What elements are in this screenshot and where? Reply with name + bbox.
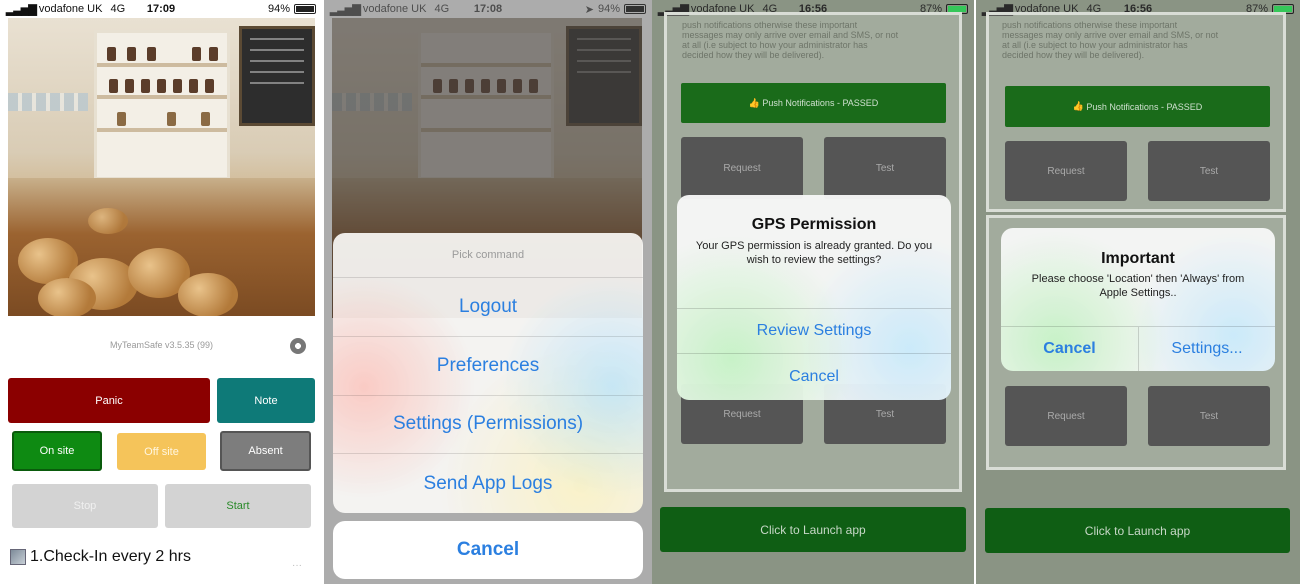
push-info-text: push notifications otherwise these impor… [682,20,899,60]
shelf-decor [94,30,230,180]
push-notifications-status[interactable]: 👍 Push Notifications - PASSED [681,83,946,123]
more-icon[interactable]: ··· [292,560,302,571]
alert-title: GPS Permission [751,216,877,233]
start-button[interactable]: Start [165,484,311,528]
chalkboard-decor [239,26,315,126]
test-button-2[interactable]: Test [1148,386,1270,446]
request-button[interactable]: Request [681,137,803,199]
request-button[interactable]: Request [1005,141,1127,201]
review-settings-button[interactable]: Review Settings [677,308,951,353]
test-button[interactable]: Test [824,137,946,199]
alert-message: Your GPS permission is already granted. … [695,240,933,266]
screen-gps-alert: ▂▃▅▇ vodafone UK 4G 16:56 87% push notif… [652,0,974,584]
alert-cancel-button[interactable]: Cancel [1001,326,1138,371]
sheet-cancel-button[interactable]: Cancel [333,521,643,579]
important-alert: Important Please choose 'Location' then … [1001,228,1275,371]
status-bar: ▂▃▅▇ vodafone UK 4G 17:09 94% [0,0,322,18]
launch-app-button[interactable]: Click to Launch app [985,508,1290,553]
settings-gear-icon[interactable] [290,338,306,354]
battery-icon [294,4,316,14]
logout-option[interactable]: Logout [333,278,643,337]
sheet-title: Pick command [333,233,643,278]
alert-title: Important [1101,250,1175,267]
tiles-decor [8,93,88,111]
screen-important-alert: ▂▃▅▇ vodafone UK 4G 16:56 87% push notif… [976,0,1300,584]
push-notifications-status[interactable]: 👍 Push Notifications - PASSED [1005,86,1270,127]
push-info-text: push notifications otherwise these impor… [1002,20,1219,60]
alert-settings-button[interactable]: Settings... [1138,326,1275,371]
checkin-label: 1.Check-In every 2 hrs [30,548,191,565]
alert-cancel-button[interactable]: Cancel [677,353,951,400]
command-sheet: Pick command Logout Preferences Settings… [333,233,643,513]
send-app-logs-option[interactable]: Send App Logs [333,454,643,513]
clock-label: 17:09 [146,3,176,15]
absent-button[interactable]: Absent [220,431,311,471]
app-version: MyTeamSafe v3.5.35 (99) [109,340,214,350]
settings-permissions-option[interactable]: Settings (Permissions) [333,396,643,455]
preferences-option[interactable]: Preferences [333,337,643,396]
off-site-button[interactable]: Off site [117,433,206,470]
shop-photo [8,18,315,316]
thumbs-up-icon: 👍 [1072,101,1087,111]
request-button-2[interactable]: Request [1005,386,1127,446]
on-site-button[interactable]: On site [12,431,102,471]
launch-app-button[interactable]: Click to Launch app [660,507,966,552]
stop-button[interactable]: Stop [12,484,158,528]
checkin-icon [10,549,26,565]
test-button[interactable]: Test [1148,141,1270,201]
alert-message: Please choose 'Location' then 'Always' f… [1031,273,1245,299]
panic-button[interactable]: Panic [8,378,210,423]
counter-decor [8,178,315,316]
note-button[interactable]: Note [217,378,315,423]
screen-home: ▂▃▅▇ vodafone UK 4G 17:09 94% MyTeamSafe… [0,0,322,584]
gps-permission-alert: GPS Permission Your GPS permission is al… [677,195,951,400]
checkin-row[interactable]: 1.Check-In every 2 hrs [10,548,191,566]
thumbs-up-icon: 👍 [748,97,763,108]
